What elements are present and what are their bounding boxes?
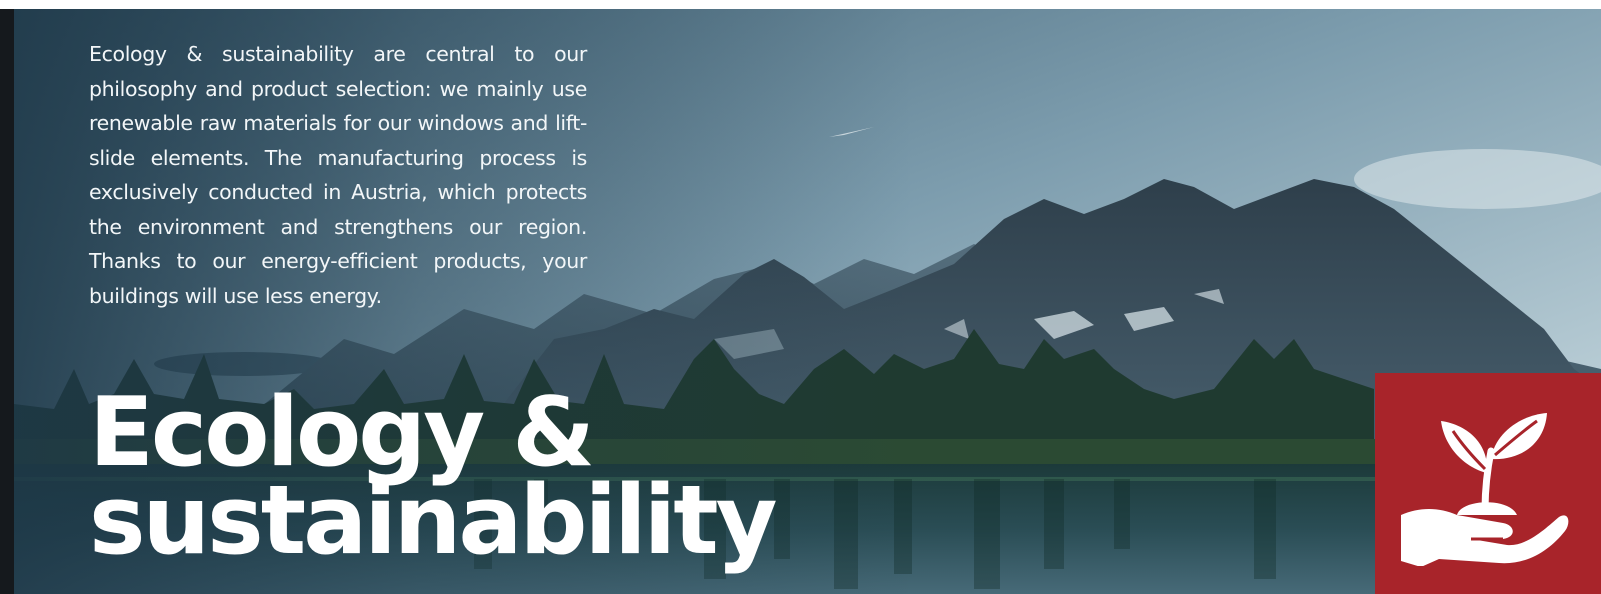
hero-banner: Ecology & sustainability are central to … bbox=[0, 9, 1601, 594]
plant-in-hand-icon bbox=[1401, 413, 1569, 566]
left-edge-strip bbox=[0, 9, 14, 594]
intro-paragraph: Ecology & sustainability are central to … bbox=[89, 42, 587, 308]
page-title-line-1: Ecology & bbox=[89, 378, 595, 488]
page-title: Ecology & sustainability bbox=[89, 378, 778, 576]
sustainability-badge bbox=[1375, 373, 1601, 594]
page-title-line-2: sustainability bbox=[89, 466, 778, 576]
